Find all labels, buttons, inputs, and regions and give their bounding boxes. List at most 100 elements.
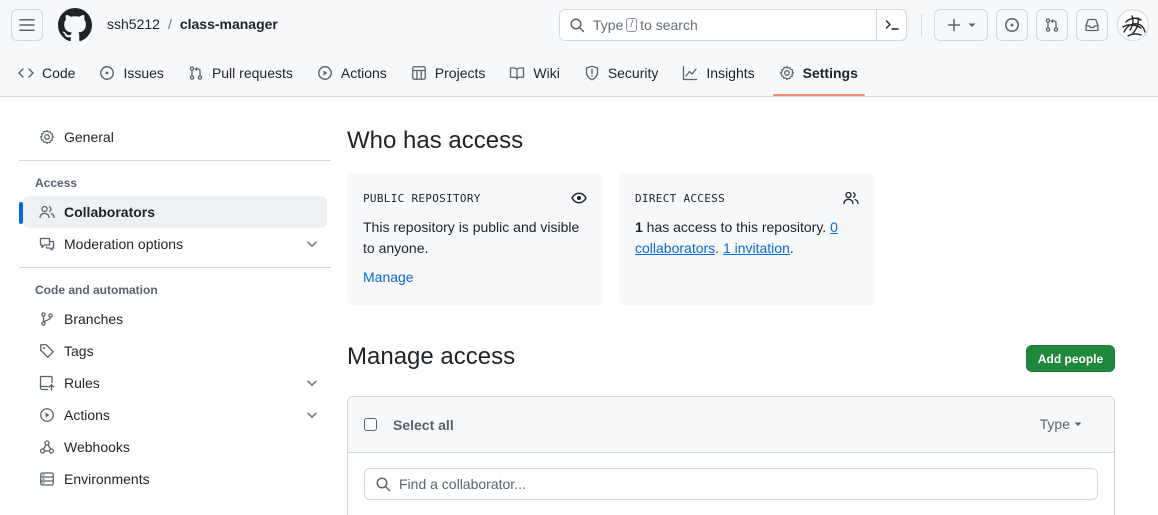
tab-issues[interactable]: Issues [91, 58, 171, 88]
select-all-label[interactable]: Select all [393, 417, 454, 433]
active-indicator [19, 202, 23, 224]
type-filter-dropdown[interactable]: Type [1040, 416, 1082, 432]
tab-wiki[interactable]: Wiki [501, 58, 567, 88]
sidebar-item-label: Webhooks [64, 439, 130, 455]
search-placeholder: Type / to search [593, 17, 698, 33]
user-avatar[interactable] [1117, 9, 1149, 41]
add-people-button[interactable]: Add people [1026, 345, 1115, 372]
sidebar-item-label: General [64, 129, 114, 145]
direct-access-count: 1 [635, 219, 643, 235]
sidebar-item-label: Actions [64, 407, 110, 423]
breadcrumb-owner[interactable]: ssh5212 [107, 16, 160, 32]
play-icon [317, 66, 332, 80]
webhook-icon [39, 440, 55, 454]
search-input[interactable]: Type / to search [559, 9, 907, 41]
find-collaborator-field[interactable] [364, 468, 1098, 500]
command-palette-button[interactable] [876, 10, 906, 40]
menu-button[interactable] [11, 9, 43, 41]
tab-pull-requests-label: Pull requests [211, 65, 293, 81]
triangle-down-icon [968, 23, 976, 27]
pull-request-icon [1045, 18, 1059, 32]
sidebar-divider [19, 160, 331, 161]
eye-icon [571, 192, 587, 204]
gear-icon [779, 65, 794, 81]
sidebar-item-branches[interactable]: Branches [23, 303, 327, 335]
direct-access-card: DIRECT ACCESS 1 has access to this repos… [619, 173, 875, 305]
sidebar-item-tags[interactable]: Tags [23, 335, 327, 367]
your-pull-requests-button[interactable] [1036, 9, 1068, 41]
plus-icon [947, 18, 961, 32]
chevron-down-icon [307, 380, 317, 386]
sidebar-heading-access: Access [35, 175, 78, 190]
pull-request-icon [189, 66, 203, 80]
create-new-button[interactable] [934, 9, 988, 41]
search-suffix: to search [640, 17, 698, 33]
breadcrumb: ssh5212 / class-manager [107, 16, 278, 32]
tab-code-label: Code [42, 65, 76, 81]
select-all-checkbox[interactable] [364, 418, 377, 431]
comment-discussion-icon [39, 237, 55, 251]
chevron-down-icon [307, 412, 317, 418]
direct-access-punct-1: . [715, 240, 723, 256]
sidebar-item-general[interactable]: General [23, 121, 327, 153]
inbox-icon [1085, 18, 1099, 32]
manage-visibility-link[interactable]: Manage [363, 269, 587, 285]
breadcrumb-separator: / [167, 16, 172, 32]
type-filter-label: Type [1039, 416, 1070, 432]
hamburger-icon [19, 19, 35, 31]
issue-icon [100, 66, 115, 80]
sidebar-item-actions[interactable]: Actions [23, 399, 327, 431]
tab-code[interactable]: Code [10, 58, 83, 88]
manage-access-title: Manage access [347, 343, 516, 370]
tab-settings-label: Settings [802, 65, 858, 81]
terminal-icon [885, 20, 899, 30]
search-icon [570, 18, 585, 33]
collaborators-box: Select all Type [347, 396, 1115, 515]
search-prefix: Type [593, 17, 624, 33]
sidebar-item-label: Environments [64, 471, 150, 487]
repo-nav: Code Issues Pull requests Actions Projec… [0, 58, 874, 96]
github-logo-icon[interactable] [58, 8, 92, 42]
chevron-down-icon [307, 241, 317, 247]
server-icon [40, 472, 54, 486]
tab-pull-requests[interactable]: Pull requests [180, 58, 301, 88]
sidebar-item-moderation-options[interactable]: Moderation options [23, 228, 327, 260]
people-icon [39, 205, 55, 219]
direct-access-sentence: has access to this repository. [642, 219, 831, 235]
sidebar-item-environments[interactable]: Environments [23, 463, 327, 495]
tab-insights[interactable]: Insights [674, 58, 762, 88]
public-repository-label: PUBLIC REPOSITORY [363, 192, 481, 205]
sidebar-item-label: Collaborators [64, 204, 156, 220]
access-cards: PUBLIC REPOSITORY This repository is pub… [347, 173, 875, 305]
invitations-count-link[interactable]: 1 invitation [723, 240, 790, 256]
who-has-access-title: Who has access [347, 127, 524, 154]
table-icon [411, 66, 426, 80]
tag-icon [40, 344, 54, 358]
tab-settings[interactable]: Settings [771, 58, 866, 88]
graph-icon [683, 65, 698, 81]
people-icon [843, 191, 859, 205]
book-icon [510, 67, 525, 80]
direct-access-text: 1 has access to this repository. 0 colla… [635, 217, 859, 259]
sidebar-item-collaborators[interactable]: Collaborators [19, 196, 327, 228]
git-branch-icon [41, 312, 53, 326]
notifications-button[interactable] [1076, 9, 1108, 41]
tab-projects[interactable]: Projects [403, 58, 494, 88]
gear-icon [39, 129, 55, 145]
sidebar-item-label: Tags [64, 343, 94, 359]
sidebar-divider [19, 267, 331, 268]
tab-security[interactable]: Security [576, 58, 667, 88]
search-icon [376, 477, 391, 492]
triangle-down-icon [1074, 422, 1082, 426]
play-icon [40, 408, 54, 422]
tab-actions[interactable]: Actions [309, 58, 395, 88]
sidebar-item-webhooks[interactable]: Webhooks [23, 431, 327, 463]
breadcrumb-repo[interactable]: class-manager [180, 16, 278, 32]
direct-access-punct-2: . [789, 240, 794, 256]
your-issues-button[interactable] [996, 9, 1028, 41]
sidebar-item-label: Moderation options [64, 236, 184, 252]
issue-icon [1005, 18, 1019, 32]
find-collaborator-input[interactable] [399, 476, 1079, 492]
sidebar-item-rules[interactable]: Rules [23, 367, 327, 399]
tab-issues-label: Issues [123, 65, 164, 81]
